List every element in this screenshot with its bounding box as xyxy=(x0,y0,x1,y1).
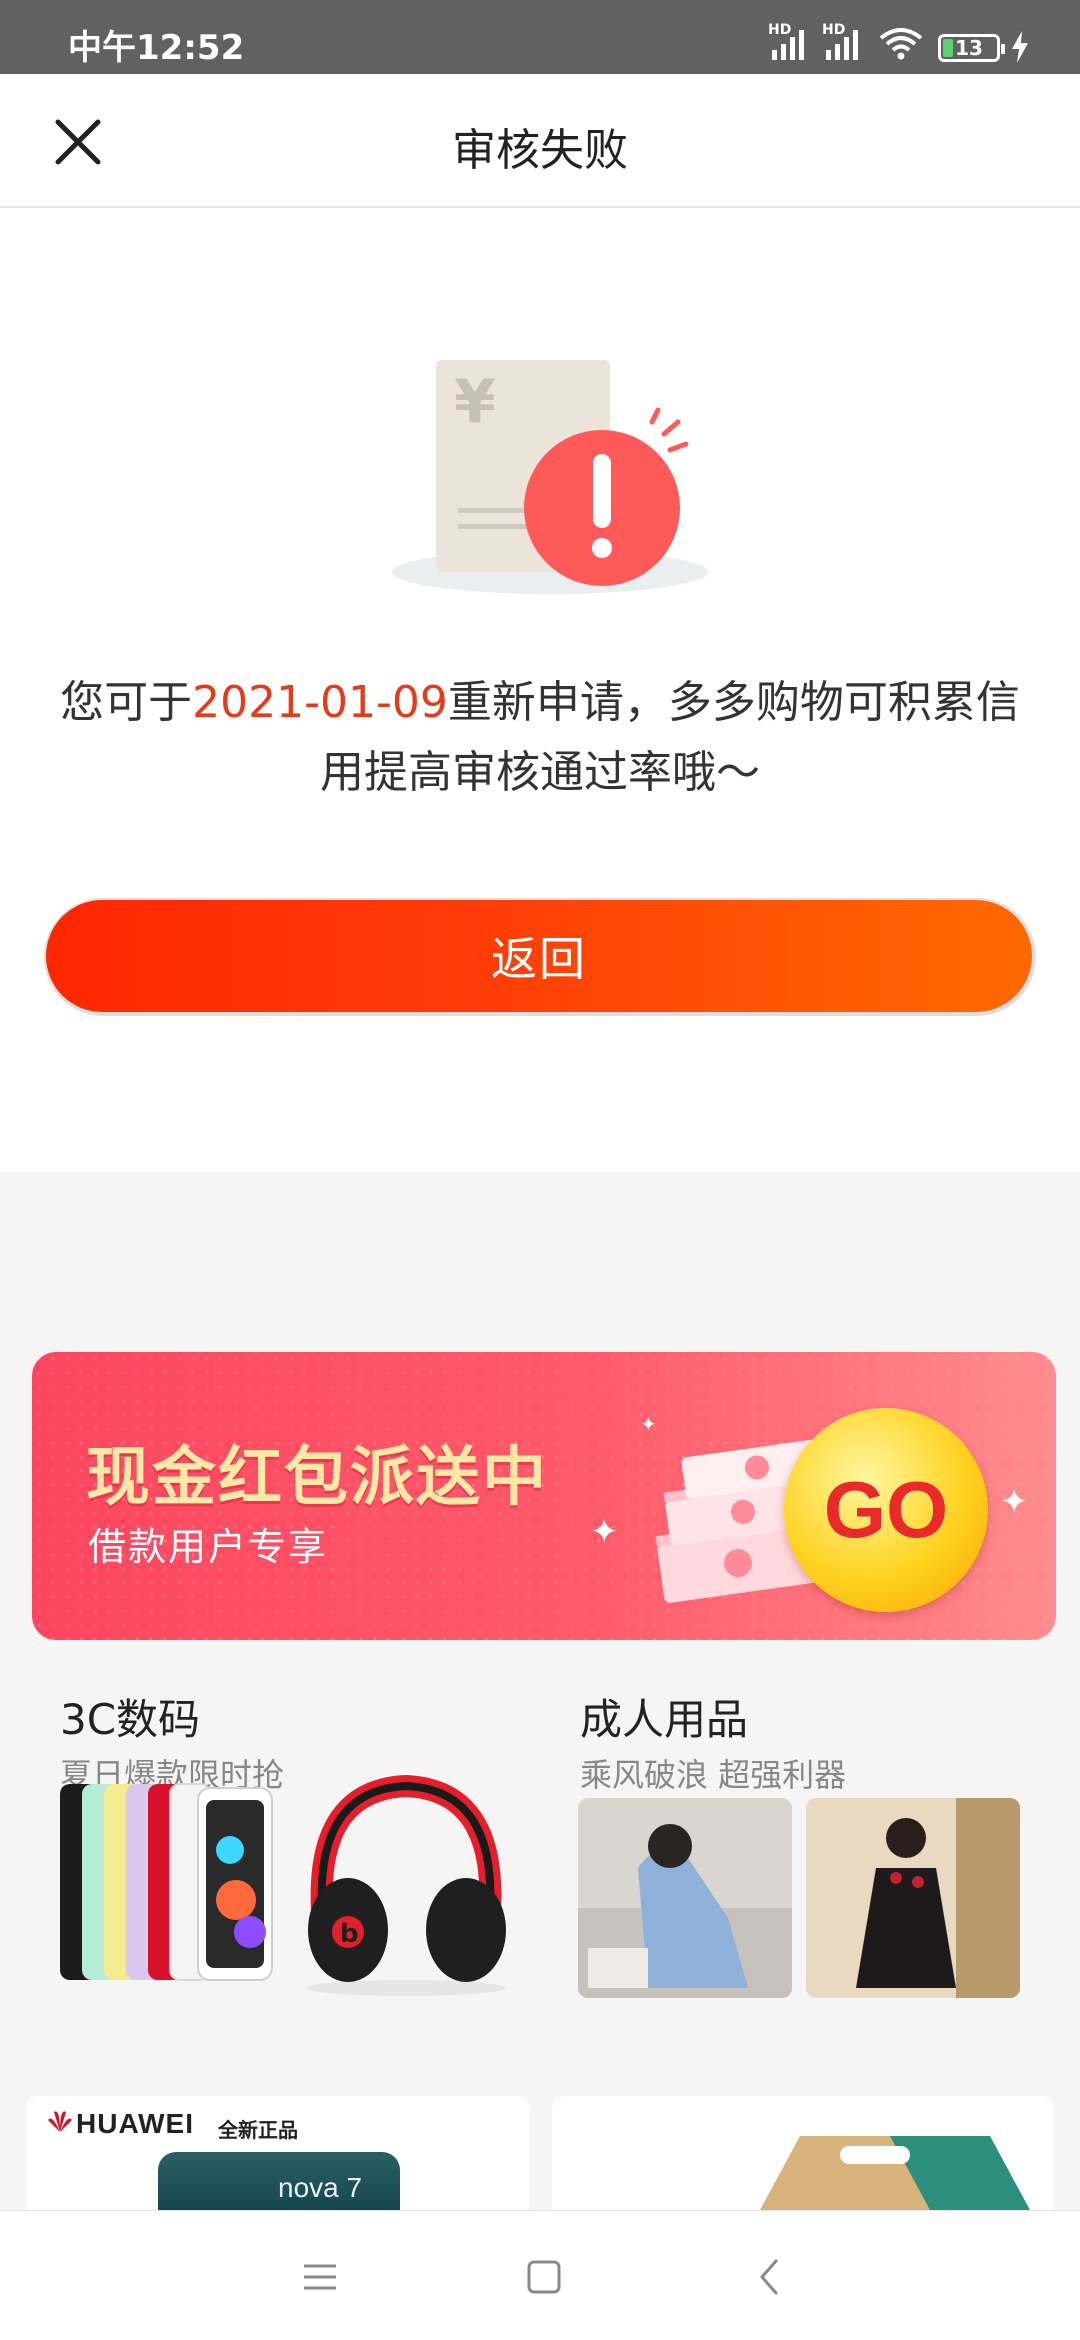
signal-strength-icon: HD xyxy=(768,22,812,62)
status-bar: 中午12:52 HD HD 13 xyxy=(0,0,1080,74)
brand-tag: 全新正品 xyxy=(218,2118,298,2142)
top-nav-bar: 审核失败 xyxy=(0,74,1080,208)
signal-strength-icon: HD xyxy=(822,22,866,62)
product-photo xyxy=(806,1798,1020,1998)
svg-text:¥: ¥ xyxy=(454,367,496,437)
huawei-logo-icon xyxy=(48,2111,72,2132)
menu-icon[interactable] xyxy=(294,2251,346,2303)
back-icon[interactable] xyxy=(744,2251,796,2303)
sparkle-icon: ✦ xyxy=(1000,1482,1029,1522)
wifi-icon xyxy=(879,28,923,60)
product-photo xyxy=(578,1798,792,1998)
audit-failed-illustration: ¥ xyxy=(392,360,708,594)
signal-hd-label: HD xyxy=(822,22,846,38)
svg-text:b: b xyxy=(340,1919,359,1949)
back-button-label[interactable]: 返回 xyxy=(46,900,1032,1012)
status-time: 中午12:52 xyxy=(68,28,245,68)
sparkle-icon: ✦ xyxy=(640,1412,657,1436)
cash-red-packet-banner[interactable]: 现金红包派送中 借款用户专享 GO ✦ ✦ ✦ xyxy=(32,1352,1056,1640)
system-navigation-bar xyxy=(0,2210,1080,2340)
brand-name: HUAWEI xyxy=(76,2108,194,2139)
banner-title: 现金红包派送中 xyxy=(86,1441,548,1515)
category-tagline: 乘风破浪 超强利器 xyxy=(580,1756,847,1794)
smartphones-image xyxy=(60,1783,273,1981)
charging-icon xyxy=(1012,31,1028,63)
banner-subtitle: 借款用户专享 xyxy=(88,1525,329,1569)
category-name: 成人用品 xyxy=(580,1695,749,1744)
reapply-message: 您可于2021-01-09重新申请，多多购物可积累信用提高审核通过率哦～ xyxy=(50,668,1030,808)
message-prefix: 您可于 xyxy=(60,677,193,728)
category-name: 3C数码 xyxy=(60,1695,201,1744)
reapply-date: 2021-01-09 xyxy=(192,677,448,728)
home-icon[interactable] xyxy=(518,2251,570,2303)
headphones-image: b xyxy=(306,1774,506,1996)
phone-model: nova 7 xyxy=(278,2172,363,2203)
signal-hd-label: HD xyxy=(768,22,792,38)
battery-icon: 13 xyxy=(938,34,1005,62)
box-image xyxy=(760,2136,1030,2210)
page-title: 审核失败 xyxy=(452,125,628,176)
go-button[interactable]: GO xyxy=(784,1408,988,1612)
back-button[interactable]: 返回 xyxy=(44,898,1036,1016)
battery-level: 13 xyxy=(955,36,983,60)
sparkle-icon: ✦ xyxy=(590,1512,619,1552)
